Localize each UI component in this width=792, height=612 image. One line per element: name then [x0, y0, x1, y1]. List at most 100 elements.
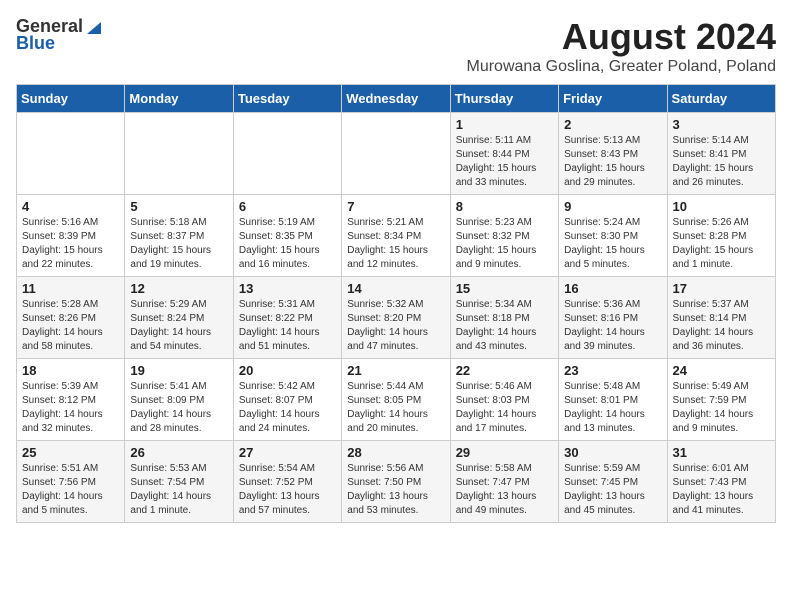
calendar-cell: 18Sunrise: 5:39 AM Sunset: 8:12 PM Dayli… — [17, 359, 125, 441]
day-info: Sunrise: 5:51 AM Sunset: 7:56 PM Dayligh… — [22, 462, 119, 518]
day-number: 8 — [456, 199, 553, 214]
month-title: August 2024 — [466, 16, 776, 58]
calendar-cell: 2Sunrise: 5:13 AM Sunset: 8:43 PM Daylig… — [559, 113, 667, 195]
day-info: Sunrise: 5:37 AM Sunset: 8:14 PM Dayligh… — [673, 298, 770, 354]
day-number: 11 — [22, 281, 119, 296]
weekday-header-thursday: Thursday — [450, 85, 558, 113]
calendar-cell: 21 Sunrise: 5:44 AM Sunset: 8:05 PM Dayli… — [342, 359, 450, 441]
calendar-cell: 1 Sunrise: 5:11 AM Sunset: 8:44 PM Daylig… — [450, 113, 558, 195]
calendar-cell: 25 Sunrise: 5:51 AM Sunset: 7:56 PM Dayli… — [17, 441, 125, 523]
day-number: 13 — [239, 281, 336, 296]
calendar-cell: 5 Sunrise: 5:18 AM Sunset: 8:37 PM Daylig… — [125, 195, 233, 277]
logo-blue-text: Blue — [16, 33, 55, 54]
day-number: 27 — [239, 445, 336, 460]
weekday-header-saturday: Saturday — [667, 85, 775, 113]
day-info: Sunrise: 5:26 AM Sunset: 8:28 PM Dayligh… — [673, 216, 770, 272]
day-number: 3 — [673, 117, 770, 132]
day-info: Sunrise: 5:36 AM Sunset: 8:16 PM Dayligh… — [564, 298, 661, 354]
calendar-cell: 9 Sunrise: 5:24 AM Sunset: 8:30 PM Daylig… — [559, 195, 667, 277]
calendar-cell: 10 Sunrise: 5:26 AM Sunset: 8:28 PM Dayli… — [667, 195, 775, 277]
day-info: Sunrise: 6:01 AM Sunset: 7:43 PM Dayligh… — [673, 462, 770, 518]
day-info: Sunrise: 5:34 AM Sunset: 8:18 PM Dayligh… — [456, 298, 553, 354]
day-number: 15 — [456, 281, 553, 296]
day-info: Sunrise: 5:14 AM Sunset: 8:41 PM Dayligh… — [673, 134, 770, 190]
week-row-4: 18Sunrise: 5:39 AM Sunset: 8:12 PM Dayli… — [17, 359, 776, 441]
day-info: Sunrise: 5:39 AM Sunset: 8:12 PM Dayligh… — [22, 380, 119, 436]
day-number: 22 — [456, 363, 553, 378]
calendar-cell: 30 Sunrise: 5:59 AM Sunset: 7:45 PM Dayli… — [559, 441, 667, 523]
day-info: Sunrise: 5:11 AM Sunset: 8:44 PM Dayligh… — [456, 134, 553, 190]
day-number: 19 — [130, 363, 227, 378]
day-number: 16 — [564, 281, 661, 296]
day-info: Sunrise: 5:18 AM Sunset: 8:37 PM Dayligh… — [130, 216, 227, 272]
day-number: 20 — [239, 363, 336, 378]
day-number: 4 — [22, 199, 119, 214]
day-info: Sunrise: 5:48 AM Sunset: 8:01 PM Dayligh… — [564, 380, 661, 436]
logo: General Blue — [16, 16, 103, 54]
day-number: 1 — [456, 117, 553, 132]
weekday-header-monday: Monday — [125, 85, 233, 113]
title-block: August 2024 Murowana Goslina, Greater Po… — [466, 16, 776, 76]
day-info: Sunrise: 5:19 AM Sunset: 8:35 PM Dayligh… — [239, 216, 336, 272]
day-number: 23 — [564, 363, 661, 378]
calendar-cell: 13 Sunrise: 5:31 AM Sunset: 8:22 PM Dayli… — [233, 277, 341, 359]
day-number: 5 — [130, 199, 227, 214]
day-info: Sunrise: 5:41 AM Sunset: 8:09 PM Dayligh… — [130, 380, 227, 436]
day-info: Sunrise: 5:46 AM Sunset: 8:03 PM Dayligh… — [456, 380, 553, 436]
week-row-1: 1 Sunrise: 5:11 AM Sunset: 8:44 PM Daylig… — [17, 113, 776, 195]
weekday-header-sunday: Sunday — [17, 85, 125, 113]
day-number: 6 — [239, 199, 336, 214]
day-number: 21 — [347, 363, 444, 378]
day-number: 17 — [673, 281, 770, 296]
day-number: 25 — [22, 445, 119, 460]
day-info: Sunrise: 5:32 AM Sunset: 8:20 PM Dayligh… — [347, 298, 444, 354]
day-number: 7 — [347, 199, 444, 214]
day-info: Sunrise: 5:21 AM Sunset: 8:34 PM Dayligh… — [347, 216, 444, 272]
day-info: Sunrise: 5:44 AM Sunset: 8:05 PM Dayligh… — [347, 380, 444, 436]
day-info: Sunrise: 5:42 AM Sunset: 8:07 PM Dayligh… — [239, 380, 336, 436]
day-number: 9 — [564, 199, 661, 214]
day-info: Sunrise: 5:56 AM Sunset: 7:50 PM Dayligh… — [347, 462, 444, 518]
day-info: Sunrise: 5:23 AM Sunset: 8:32 PM Dayligh… — [456, 216, 553, 272]
calendar-cell: 24Sunrise: 5:49 AM Sunset: 7:59 PM Dayli… — [667, 359, 775, 441]
calendar-cell — [342, 113, 450, 195]
calendar-cell — [17, 113, 125, 195]
day-number: 26 — [130, 445, 227, 460]
calendar-cell: 27 Sunrise: 5:54 AM Sunset: 7:52 PM Dayli… — [233, 441, 341, 523]
day-number: 10 — [673, 199, 770, 214]
day-number: 30 — [564, 445, 661, 460]
day-info: Sunrise: 5:16 AM Sunset: 8:39 PM Dayligh… — [22, 216, 119, 272]
calendar-cell: 28Sunrise: 5:56 AM Sunset: 7:50 PM Dayli… — [342, 441, 450, 523]
day-info: Sunrise: 5:59 AM Sunset: 7:45 PM Dayligh… — [564, 462, 661, 518]
calendar-cell: 4 Sunrise: 5:16 AM Sunset: 8:39 PM Daylig… — [17, 195, 125, 277]
calendar-cell: 15 Sunrise: 5:34 AM Sunset: 8:18 PM Dayli… — [450, 277, 558, 359]
day-info: Sunrise: 5:24 AM Sunset: 8:30 PM Dayligh… — [564, 216, 661, 272]
day-info: Sunrise: 5:28 AM Sunset: 8:26 PM Dayligh… — [22, 298, 119, 354]
page-header: General Blue August 2024 Murowana Goslin… — [16, 16, 776, 76]
day-number: 29 — [456, 445, 553, 460]
day-number: 31 — [673, 445, 770, 460]
day-info: Sunrise: 5:53 AM Sunset: 7:54 PM Dayligh… — [130, 462, 227, 518]
logo-triangle-icon — [85, 18, 103, 36]
calendar-cell: 20 Sunrise: 5:42 AM Sunset: 8:07 PM Dayli… — [233, 359, 341, 441]
calendar-table: SundayMondayTuesdayWednesdayThursdayFrid… — [16, 84, 776, 523]
day-number: 12 — [130, 281, 227, 296]
weekday-header-tuesday: Tuesday — [233, 85, 341, 113]
week-row-2: 4 Sunrise: 5:16 AM Sunset: 8:39 PM Daylig… — [17, 195, 776, 277]
calendar-cell: 26 Sunrise: 5:53 AM Sunset: 7:54 PM Dayli… — [125, 441, 233, 523]
calendar-cell: 3 Sunrise: 5:14 AM Sunset: 8:41 PM Daylig… — [667, 113, 775, 195]
calendar-cell: 22 Sunrise: 5:46 AM Sunset: 8:03 PM Dayli… — [450, 359, 558, 441]
day-info: Sunrise: 5:31 AM Sunset: 8:22 PM Dayligh… — [239, 298, 336, 354]
calendar-cell: 11 Sunrise: 5:28 AM Sunset: 8:26 PM Dayli… — [17, 277, 125, 359]
calendar-cell — [125, 113, 233, 195]
weekday-header-friday: Friday — [559, 85, 667, 113]
day-number: 24 — [673, 363, 770, 378]
calendar-cell: 17 Sunrise: 5:37 AM Sunset: 8:14 PM Dayli… — [667, 277, 775, 359]
calendar-cell: 14Sunrise: 5:32 AM Sunset: 8:20 PM Dayli… — [342, 277, 450, 359]
calendar-cell: 8 Sunrise: 5:23 AM Sunset: 8:32 PM Daylig… — [450, 195, 558, 277]
day-info: Sunrise: 5:54 AM Sunset: 7:52 PM Dayligh… — [239, 462, 336, 518]
week-row-3: 11 Sunrise: 5:28 AM Sunset: 8:26 PM Dayli… — [17, 277, 776, 359]
calendar-cell — [233, 113, 341, 195]
day-info: Sunrise: 5:58 AM Sunset: 7:47 PM Dayligh… — [456, 462, 553, 518]
calendar-cell: 23 Sunrise: 5:48 AM Sunset: 8:01 PM Dayli… — [559, 359, 667, 441]
